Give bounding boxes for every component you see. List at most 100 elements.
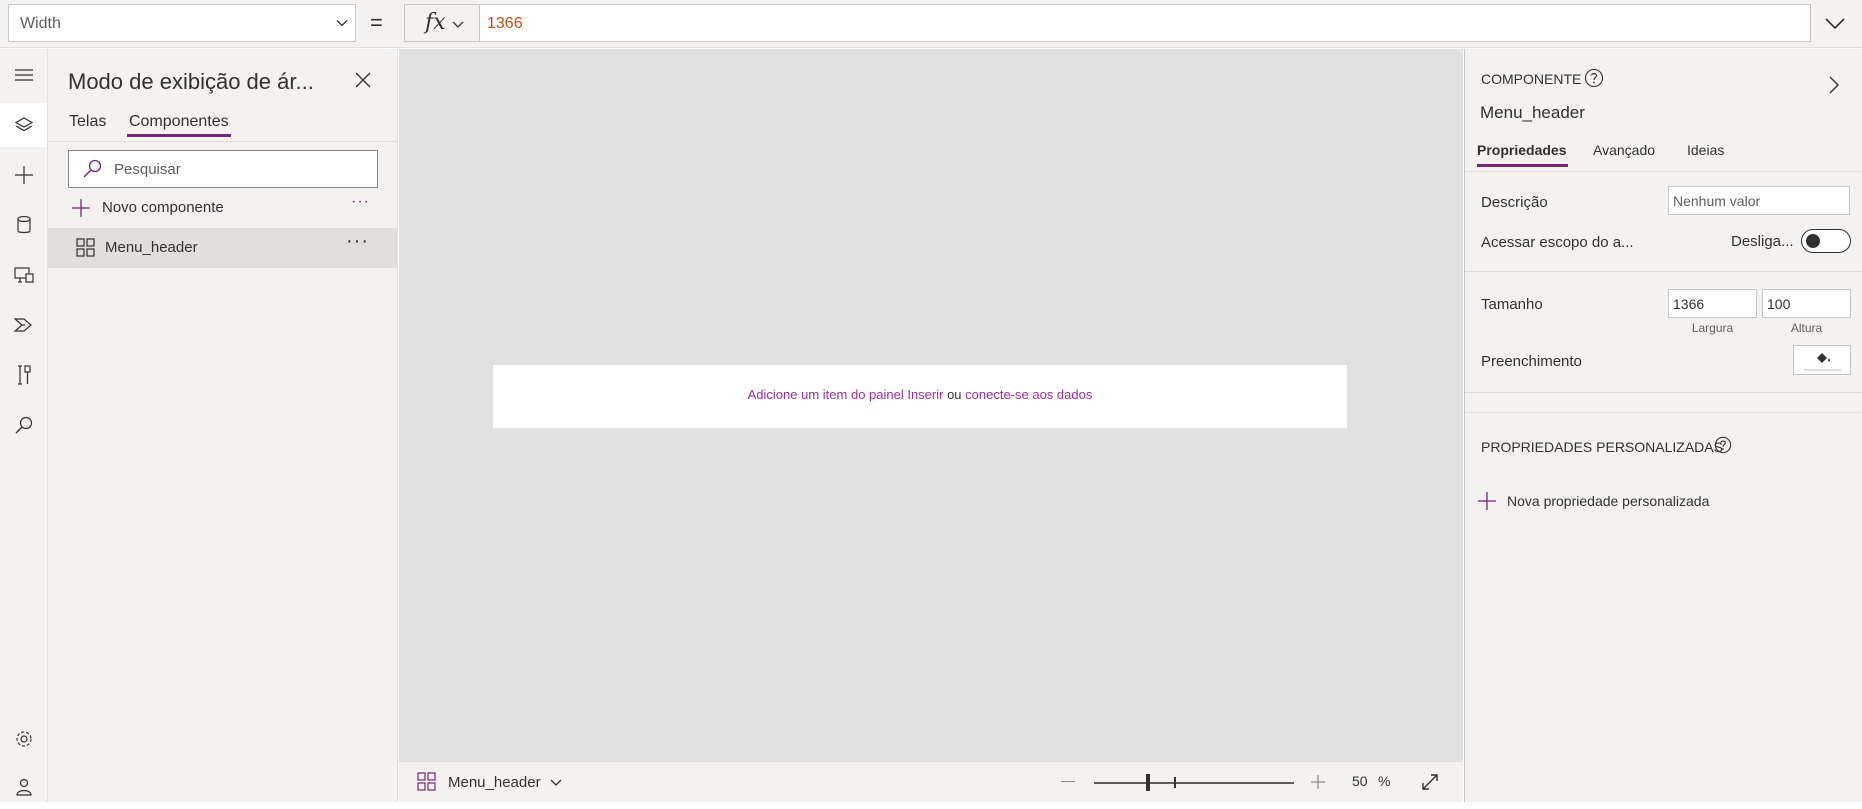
canvas[interactable]: Adicione um item do painel Inserir ou co… — [399, 49, 1463, 761]
new-component-label: Novo componente — [102, 199, 224, 216]
component-icon — [417, 772, 437, 797]
left-rail — [0, 49, 48, 802]
search-icon — [15, 416, 32, 434]
chevron-down-icon — [451, 18, 465, 36]
insert-button[interactable] — [0, 153, 47, 197]
virtual-agent-icon — [15, 778, 32, 796]
tab-ideias[interactable]: Ideias — [1687, 142, 1724, 158]
zoom-slider-thumb[interactable] — [1146, 774, 1150, 791]
gear-icon — [15, 731, 32, 747]
tree-view-button[interactable] — [0, 103, 47, 147]
component-selector-label: Menu_header — [448, 774, 541, 791]
divider — [48, 141, 397, 142]
divider — [1465, 171, 1862, 172]
help-icon[interactable] — [1714, 436, 1732, 459]
paint-bucket-icon — [1814, 350, 1832, 371]
zoom-out-button[interactable] — [1061, 781, 1075, 782]
zoom-default-tick — [1174, 777, 1176, 788]
tools-icon — [17, 365, 31, 385]
chevron-down-icon — [335, 16, 349, 35]
property-dropdown[interactable]: Width — [8, 4, 356, 42]
component-list-item[interactable]: Menu_header ··· — [48, 228, 397, 268]
insert-panel-link[interactable]: Adicione um item do painel Inserir — [748, 387, 944, 402]
search-button[interactable] — [0, 403, 47, 447]
properties-panel: COMPONENTE Menu_header Propriedades Avan… — [1464, 49, 1862, 802]
width-input[interactable]: 1366 — [1668, 289, 1757, 318]
new-component-button[interactable]: Novo componente ··· — [68, 193, 378, 219]
access-scope-state: Desliga... — [1731, 233, 1794, 250]
tab-propriedades[interactable]: Propriedades — [1477, 142, 1569, 167]
description-placeholder: Nenhum valor — [1673, 193, 1761, 209]
tab-avancado[interactable]: Avançado — [1593, 142, 1655, 158]
panel-title: Modo de exibição de ár... — [68, 69, 314, 94]
plus-icon — [1477, 491, 1497, 516]
search-input[interactable]: Pesquisar — [68, 150, 378, 188]
media-button[interactable] — [0, 253, 47, 297]
zoom-unit: % — [1378, 773, 1391, 789]
data-button[interactable] — [0, 203, 47, 247]
hamburger-menu-button[interactable] — [0, 53, 47, 97]
active-tab-indicator — [127, 134, 231, 137]
tree-view-panel: Modo de exibição de ár... Telas Componen… — [48, 49, 398, 802]
formula-bar: Width = fx 1366 — [0, 0, 1862, 48]
equals-sign: = — [370, 10, 383, 35]
database-icon — [16, 215, 31, 234]
help-icon[interactable] — [1584, 68, 1604, 93]
virtual-agent-button[interactable] — [0, 765, 47, 809]
component-frame[interactable]: Adicione um item do painel Inserir ou co… — [493, 365, 1347, 428]
hamburger-icon — [14, 69, 33, 81]
divider — [1465, 392, 1862, 393]
fill-label: Preenchimento — [1481, 353, 1582, 370]
fill-color-picker[interactable] — [1793, 345, 1851, 375]
search-placeholder: Pesquisar — [114, 161, 181, 178]
power-automate-button[interactable] — [0, 303, 47, 347]
formula-input[interactable]: 1366 — [479, 4, 1811, 42]
access-scope-label: Acessar escopo do a... — [1481, 234, 1634, 251]
property-dropdown-value: Width — [20, 15, 61, 32]
tab-componentes-label: Componentes — [129, 113, 229, 130]
chevron-right-icon[interactable] — [1827, 74, 1841, 101]
formula-value: 1366 — [487, 15, 523, 32]
fit-to-window-button[interactable] — [1420, 772, 1440, 797]
layers-icon — [14, 117, 33, 132]
more-options-button[interactable]: ··· — [351, 193, 370, 211]
tab-componentes[interactable]: Componentes — [127, 113, 231, 137]
fx-icon: fx — [425, 10, 446, 35]
width-value: 1366 — [1673, 296, 1705, 312]
plus-icon — [14, 166, 33, 184]
empty-canvas-hint: Adicione um item do painel Inserir ou co… — [493, 387, 1347, 402]
search-icon — [81, 159, 103, 184]
divider — [1465, 271, 1862, 272]
status-bar: Menu_header 50 % — [399, 761, 1463, 802]
height-input[interactable]: 100 — [1762, 289, 1851, 318]
component-name: Menu_header — [105, 239, 198, 256]
size-label: Tamanho — [1481, 296, 1543, 313]
hint-or-text: ou — [943, 387, 966, 402]
panel-label: COMPONENTE — [1481, 71, 1582, 87]
active-tab-indicator — [1477, 164, 1569, 167]
description-label: Descrição — [1481, 194, 1548, 211]
new-custom-property-button[interactable]: Nova propriedade personalizada — [1477, 491, 1737, 513]
close-icon[interactable] — [354, 71, 372, 94]
function-dropdown[interactable]: fx — [404, 4, 480, 42]
access-scope-toggle[interactable] — [1801, 229, 1851, 253]
height-caption: Altura — [1790, 321, 1823, 335]
divider — [1465, 412, 1862, 413]
zoom-value: 50 — [1352, 773, 1368, 789]
tab-propriedades-label: Propriedades — [1477, 142, 1567, 158]
plus-icon — [71, 198, 91, 223]
advanced-tools-button[interactable] — [0, 353, 47, 397]
settings-button[interactable] — [0, 717, 47, 761]
connect-data-link[interactable]: conecte-se aos dados — [965, 387, 1092, 402]
zoom-in-button[interactable] — [1310, 774, 1326, 795]
expand-formula-bar-icon[interactable] — [1824, 13, 1846, 40]
more-options-button[interactable]: ··· — [346, 230, 369, 253]
height-value: 100 — [1767, 296, 1791, 312]
description-input[interactable]: Nenhum valor — [1668, 186, 1850, 215]
zoom-slider[interactable] — [1094, 782, 1294, 784]
tab-telas[interactable]: Telas — [69, 113, 106, 131]
power-automate-icon — [12, 318, 32, 332]
width-caption: Largura — [1691, 321, 1734, 335]
component-icon — [76, 238, 96, 263]
chevron-down-icon — [549, 776, 563, 794]
